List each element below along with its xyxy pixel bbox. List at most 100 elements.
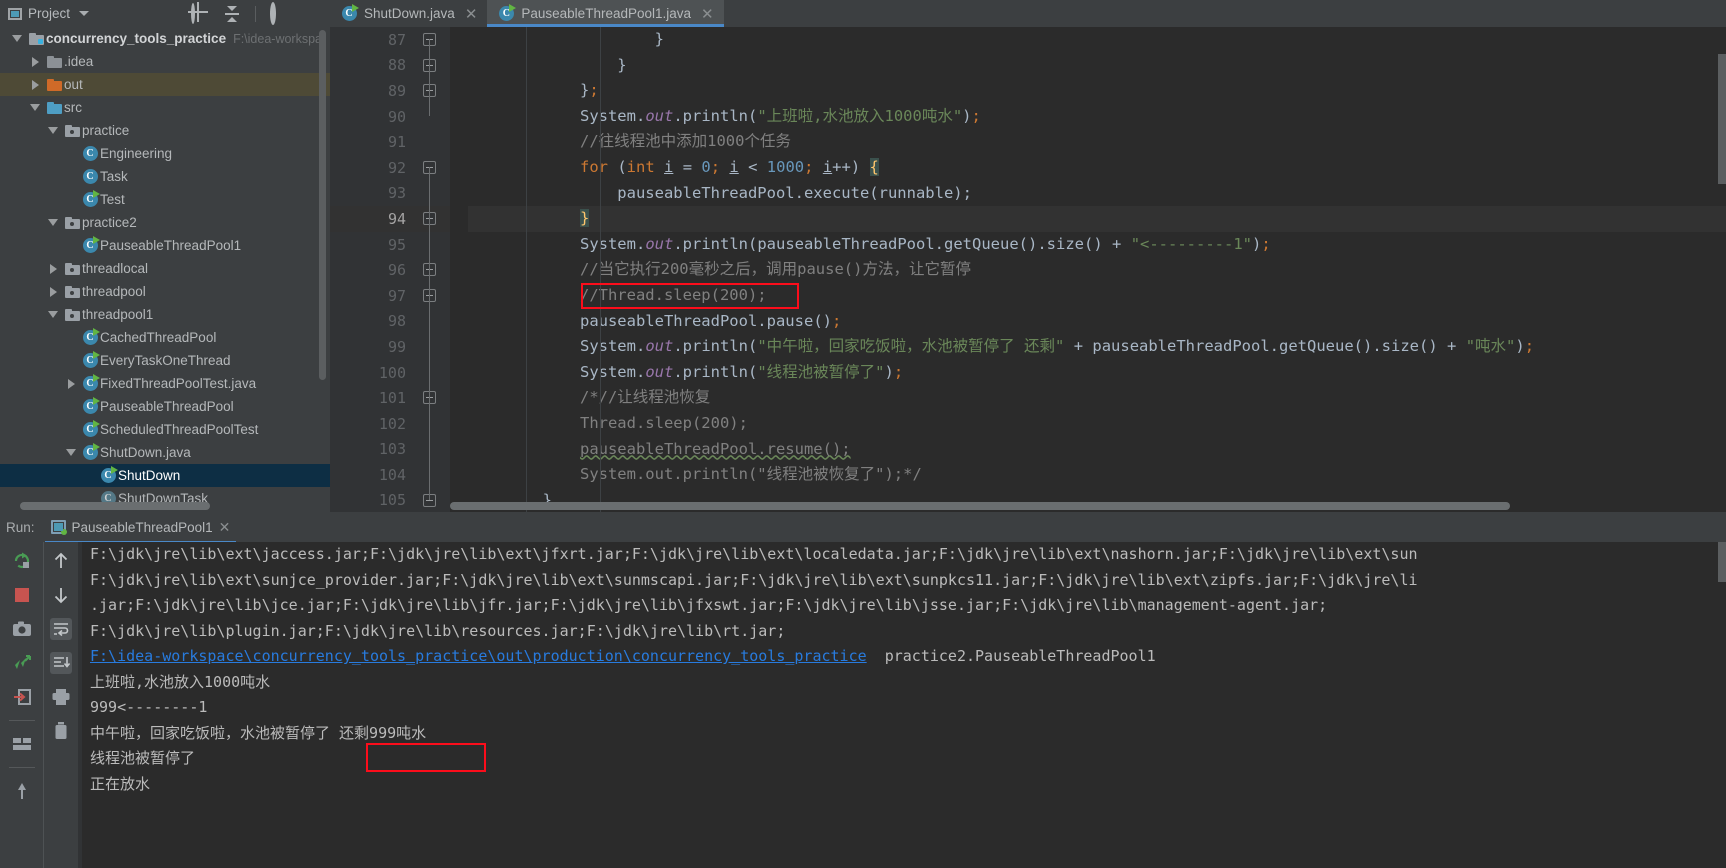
runnable-class-icon: C [80, 328, 100, 345]
package-icon [62, 124, 82, 137]
code-line[interactable]: //Thread.sleep(200); [468, 283, 1726, 309]
tree-node-fixedthreadpooltest-java[interactable]: C FixedThreadPoolTest.java [0, 372, 330, 395]
project-tree-hscrollbar[interactable] [20, 502, 210, 510]
chevron-down-icon[interactable] [62, 449, 80, 456]
scroll-to-end-icon[interactable] [50, 652, 72, 674]
editor-tab-pauseablethreadpool1-java[interactable]: C PauseableThreadPool1.java ✕ [487, 0, 724, 27]
project-title-button[interactable]: Project [8, 6, 90, 21]
soft-wrap-icon[interactable] [50, 618, 72, 640]
code-line[interactable]: for (int i = 0; i < 1000; i++) { [468, 155, 1726, 181]
tree-node-threadlocal[interactable]: threadlocal [0, 257, 330, 280]
down-arrow-icon[interactable] [50, 584, 72, 606]
close-icon[interactable]: ✕ [465, 5, 478, 23]
tree-node-pauseablethreadpool1[interactable]: C PauseableThreadPool1 [0, 234, 330, 257]
editor-tab-label: PauseableThreadPool1.java [521, 6, 692, 21]
camera-icon[interactable] [11, 618, 33, 640]
code-line[interactable]: } [468, 53, 1726, 79]
window-icon [8, 7, 22, 20]
tree-node-everytaskonethread[interactable]: C EveryTaskOneThread [0, 349, 330, 372]
tree-node-shutdown[interactable]: C ShutDown [0, 464, 330, 487]
project-tree-vscrollbar[interactable] [319, 30, 326, 380]
chevron-down-icon[interactable] [26, 104, 44, 111]
editor-hscrollbar[interactable] [450, 502, 1510, 510]
code-line[interactable]: System.out.println("中午啦，回家吃饭啦，水池被暂停了 还剩"… [468, 334, 1726, 360]
code-line[interactable]: Thread.sleep(200); [468, 411, 1726, 437]
tree-node-label: out [64, 77, 83, 92]
tree-node-cachedthreadpool[interactable]: C CachedThreadPool [0, 326, 330, 349]
code-line[interactable]: } [468, 27, 1726, 53]
layout-icon[interactable] [11, 733, 33, 755]
code-line[interactable]: System.out.println("线程池被恢复了");*/ [468, 462, 1726, 488]
gear-icon[interactable] [270, 1, 288, 25]
code-line[interactable]: } [468, 206, 1726, 232]
target-icon[interactable] [191, 2, 209, 24]
chevron-down-icon[interactable] [8, 35, 26, 42]
tree-node-label: practice [82, 123, 130, 138]
code-line[interactable]: /*//让线程池恢复 [468, 385, 1726, 411]
tree-node-concurrency-tools-practice[interactable]: concurrency_tools_practice F:\idea-worksp… [0, 27, 330, 50]
console-line: 上班啦,水池放入1000吨水 [90, 672, 271, 691]
run-window-label: Run: [6, 519, 35, 535]
console-vscrollbar[interactable] [1718, 542, 1726, 582]
chevron-right-icon[interactable] [26, 79, 44, 90]
tree-node-threadpool[interactable]: threadpool [0, 280, 330, 303]
console-output[interactable]: F:\jdk\jre\lib\ext\jaccess.jar;F:\jdk\jr… [78, 542, 1726, 868]
code-line[interactable]: System.out.println("上班啦,水池放入1000吨水"); [468, 104, 1726, 130]
editor-tab-shutdown-java[interactable]: C ShutDown.java ✕ [330, 0, 488, 27]
tree-node-path: F:\idea-workspa [233, 31, 323, 46]
idea-window: Project concurrency_tools_practice F:\ide… [0, 0, 1726, 868]
tree-node-pauseablethreadpool[interactable]: C PauseableThreadPool [0, 395, 330, 418]
tree-node-src[interactable]: src [0, 96, 330, 119]
thread-dump-icon[interactable] [11, 652, 33, 674]
code-line[interactable]: //当它执行200毫秒之后，调用pause()方法，让它暂停 [468, 257, 1726, 283]
chevron-right-icon[interactable] [44, 286, 62, 297]
rerun-icon[interactable] [11, 550, 33, 572]
chevron-down-icon[interactable] [44, 311, 62, 318]
run-tab-pauseablethreadpool1[interactable]: PauseableThreadPool1 ✕ [44, 516, 237, 544]
chevron-right-icon[interactable] [26, 56, 44, 67]
print-icon[interactable] [50, 686, 72, 708]
tree-node-engineering[interactable]: C Engineering [0, 142, 330, 165]
export-icon[interactable] [11, 686, 33, 708]
tree-node-out[interactable]: out [0, 73, 330, 96]
tree-node-shutdown-java[interactable]: C ShutDown.java [0, 441, 330, 464]
code-line[interactable]: }; [468, 78, 1726, 104]
minimize-icon[interactable] [302, 5, 320, 23]
project-tree[interactable]: concurrency_tools_practice F:\idea-worksp… [0, 27, 330, 512]
chevron-right-icon[interactable] [44, 263, 62, 274]
editor-gutter[interactable]: 87 88 89 90 91 92 93 94 95 96 97 98 99 100 101 102 103 10… [330, 27, 450, 512]
chevron-down-icon[interactable] [44, 127, 62, 134]
up-arrow-icon[interactable] [50, 550, 72, 572]
fold-column[interactable] [416, 27, 450, 512]
tree-node-task[interactable]: C Task [0, 165, 330, 188]
chevron-down-icon[interactable] [44, 219, 62, 226]
tree-node-practice[interactable]: practice [0, 119, 330, 142]
close-icon[interactable]: ✕ [701, 5, 714, 23]
code-line[interactable]: //往线程池中添加1000个任务 [468, 129, 1726, 155]
code-line[interactable]: pauseableThreadPool.pause(); [468, 309, 1726, 335]
trash-icon[interactable] [50, 720, 72, 742]
chevron-right-icon[interactable] [62, 378, 80, 389]
runnable-class-icon: C [80, 420, 100, 437]
tree-node-label: practice2 [82, 215, 137, 230]
close-icon[interactable]: ✕ [219, 519, 231, 536]
tree-node-label: .idea [64, 54, 94, 69]
editor-code[interactable]: } } }; System.out.println("上班啦,水池放入1000吨… [450, 27, 1726, 512]
tree-node-threadpool1[interactable]: threadpool1 [0, 303, 330, 326]
tree-node-scheduledthreadpooltest[interactable]: C ScheduledThreadPoolTest [0, 418, 330, 441]
stop-icon[interactable] [11, 584, 33, 606]
console-link[interactable]: F:\idea-workspace\concurrency_tools_prac… [90, 647, 867, 665]
code-line[interactable]: pauseableThreadPool.resume(); [468, 437, 1726, 463]
tree-node-practice2[interactable]: practice2 [0, 211, 330, 234]
collapse-all-icon[interactable] [223, 5, 241, 23]
code-line[interactable]: System.out.println(pauseableThreadPool.g… [468, 232, 1726, 258]
tree-node-label: Task [100, 169, 128, 184]
console-line: F:\jdk\jre\lib\ext\jaccess.jar;F:\jdk\jr… [90, 545, 1418, 563]
chevron-down-icon[interactable] [79, 11, 90, 16]
pin-icon[interactable] [11, 780, 33, 802]
code-line[interactable]: pauseableThreadPool.execute(runnable); [468, 181, 1726, 207]
editor-vscrollbar[interactable] [1718, 54, 1726, 184]
code-line[interactable]: System.out.println("线程池被暂停了"); [468, 360, 1726, 386]
tree-node-test[interactable]: C Test [0, 188, 330, 211]
tree-node--idea[interactable]: .idea [0, 50, 330, 73]
